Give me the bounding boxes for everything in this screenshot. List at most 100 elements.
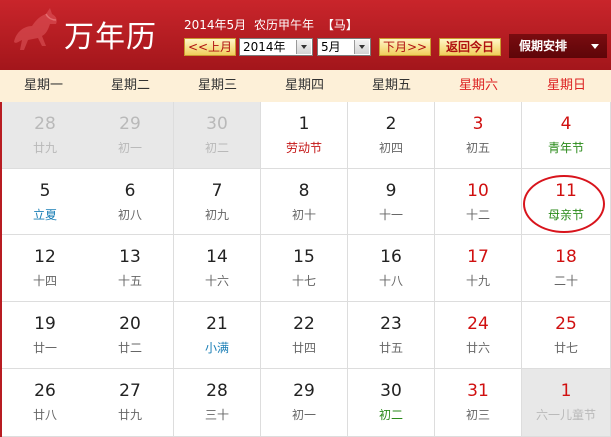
day-number: 24 [467, 314, 489, 334]
day-number: 20 [119, 314, 141, 334]
day-cell[interactable]: 22 廿四 [261, 302, 348, 369]
back-to-today-button[interactable]: 返回今日 [439, 38, 501, 56]
day-cell[interactable]: 5 立夏 [2, 169, 89, 235]
day-number: 29 [119, 114, 141, 134]
weekday-label: 星期三 [197, 78, 237, 93]
day-cell[interactable]: 29 初一 [261, 369, 348, 437]
day-number: 27 [119, 381, 141, 401]
day-cell[interactable]: 28 廿九 [2, 102, 89, 169]
day-number: 3 [472, 114, 484, 134]
day-number: 5 [39, 181, 51, 201]
lunar-date-label: 十七 [291, 274, 316, 288]
day-cell[interactable]: 12 十四 [2, 235, 89, 302]
holiday-schedule-button[interactable]: 假期安排 [509, 34, 607, 58]
horse-logo-icon [14, 8, 57, 50]
lunar-date-label: 十五 [117, 274, 142, 288]
day-number: 23 [380, 314, 402, 334]
lunar-date-label: 十二 [465, 208, 490, 222]
day-number: 13 [119, 247, 141, 267]
day-number: 1 [560, 381, 572, 401]
festival-label: 初二 [378, 408, 403, 422]
festival-label: 青年节 [547, 141, 584, 155]
lunar-date-label: 廿五 [378, 341, 403, 355]
day-cell[interactable]: 23 廿五 [348, 302, 435, 369]
day-cell[interactable]: 18 二十 [522, 235, 611, 302]
festival-label: 六一儿童节 [535, 408, 596, 422]
day-cell[interactable]: 21 小满 [174, 302, 261, 369]
year-select[interactable]: 2014年 [239, 38, 313, 56]
day-cell[interactable]: 10 十二 [435, 169, 522, 235]
day-cell[interactable]: 28 三十 [174, 369, 261, 437]
calendar-header: 万年历 2014年5月 农历甲午年 【马】 <<上月 2014年 5月 下月>>… [0, 0, 611, 70]
day-cell[interactable]: 30 初二 [174, 102, 261, 169]
lunar-date-label: 二十 [553, 274, 578, 288]
solar-term-label: 立夏 [32, 208, 57, 222]
day-cell[interactable]: 1 劳动节 [261, 102, 348, 169]
day-number: 11 [555, 181, 577, 201]
day-cell[interactable]: 29 初一 [87, 102, 174, 169]
solar-term-label: 小满 [204, 341, 229, 355]
lunar-date-label: 廿八 [32, 408, 57, 422]
month-select-value: 5月 [321, 40, 341, 54]
month-select[interactable]: 5月 [317, 38, 371, 56]
day-cell[interactable]: 31 初三 [435, 369, 522, 437]
day-number: 1 [298, 114, 310, 134]
lunar-date-label: 初九 [204, 208, 229, 222]
day-cell[interactable]: 25 廿七 [522, 302, 611, 369]
day-cell[interactable]: 13 十五 [87, 235, 174, 302]
day-number: 2 [385, 114, 397, 134]
day-cell[interactable]: 19 廿一 [2, 302, 89, 369]
lunar-date-label: 初八 [117, 208, 142, 222]
lunar-date-label: 十四 [32, 274, 57, 288]
weekday-header-row: 星期一 星期二 星期三 星期四 星期五 星期六 星期日 [0, 70, 611, 102]
festival-label: 劳动节 [285, 141, 322, 155]
lunar-date-label: 初十 [291, 208, 316, 222]
day-cell[interactable]: 3 初五 [435, 102, 522, 169]
day-cell[interactable]: 6 初八 [87, 169, 174, 235]
day-cell[interactable]: 7 初九 [174, 169, 261, 235]
prev-month-button[interactable]: <<上月 [184, 38, 236, 56]
day-cell[interactable]: 1 六一儿童节 [522, 369, 611, 437]
day-cell[interactable]: 2 初四 [348, 102, 435, 169]
day-number: 12 [34, 247, 56, 267]
day-number: 22 [293, 314, 315, 334]
day-number: 9 [385, 181, 397, 201]
year-select-value: 2014年 [243, 40, 286, 54]
lunar-date-label: 初一 [291, 408, 316, 422]
lunar-date-label: 廿二 [117, 341, 142, 355]
day-cell[interactable]: 30 初二 [348, 369, 435, 437]
day-number: 30 [206, 114, 228, 134]
lunar-date-label: 三十 [204, 408, 229, 422]
day-number: 17 [467, 247, 489, 267]
lunar-date-label: 十八 [378, 274, 403, 288]
day-cell[interactable]: 8 初十 [261, 169, 348, 235]
lunar-date-label: 初三 [465, 408, 490, 422]
day-cell[interactable]: 24 廿六 [435, 302, 522, 369]
lunar-date-label: 初一 [117, 141, 142, 155]
chevron-down-icon [296, 40, 311, 54]
chevron-down-icon [354, 40, 369, 54]
next-month-button[interactable]: 下月>> [379, 38, 431, 56]
day-cell[interactable]: 16 十八 [348, 235, 435, 302]
day-grid: 28 廿九 29 初一 30 初二 1 劳动节 2 初四 3 初五 4 青年节 5 立夏 6 初八 7 初九 8 初十 9 十… [0, 102, 611, 437]
day-cell[interactable]: 11 母亲节 [522, 169, 611, 235]
day-cell[interactable]: 27 廿九 [87, 369, 174, 437]
day-cell[interactable]: 4 青年节 [522, 102, 611, 169]
weekday-label: 星期日 [546, 78, 586, 93]
lunar-date-label: 廿九 [117, 408, 142, 422]
day-number: 7 [211, 181, 223, 201]
day-number: 8 [298, 181, 310, 201]
day-cell[interactable]: 14 十六 [174, 235, 261, 302]
day-number: 14 [206, 247, 228, 267]
lunar-date-label: 初五 [465, 141, 490, 155]
day-cell[interactable]: 20 廿二 [87, 302, 174, 369]
lunar-date-label: 十一 [378, 208, 403, 222]
day-cell[interactable]: 15 十七 [261, 235, 348, 302]
day-number: 29 [293, 381, 315, 401]
day-cell[interactable]: 9 十一 [348, 169, 435, 235]
day-number: 18 [555, 247, 577, 267]
day-cell[interactable]: 17 十九 [435, 235, 522, 302]
day-number: 19 [34, 314, 56, 334]
day-cell[interactable]: 26 廿八 [2, 369, 89, 437]
zodiac-text: 【马】 [321, 18, 358, 32]
